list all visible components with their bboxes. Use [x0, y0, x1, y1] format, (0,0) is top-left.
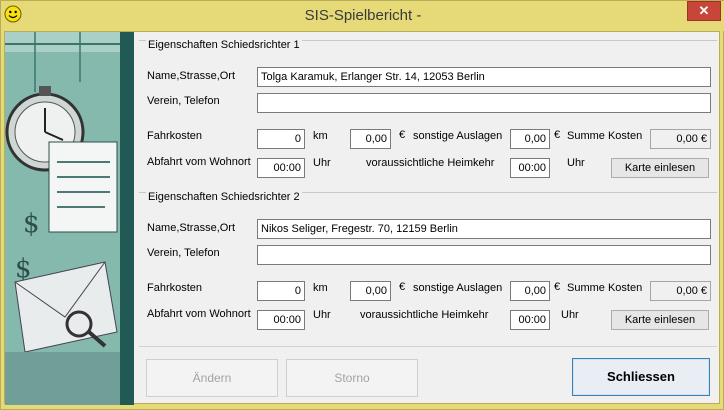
referee1-return-input[interactable]: 00:00	[510, 158, 550, 178]
referee1-depart-unit: Uhr	[313, 157, 331, 169]
change-button[interactable]: Ändern	[146, 359, 278, 397]
referee2-euro-sign: €	[399, 281, 406, 293]
referee2-name-input[interactable]: Nikos Seliger, Fregestr. 70, 12159 Berli…	[257, 219, 711, 239]
referee2-group: Eigenschaften Schiedsrichter 2 Name,Stra…	[139, 191, 717, 340]
referee1-sum-value: 0,00 €	[650, 129, 711, 149]
referee2-group-title: Eigenschaften Schiedsrichter 2	[146, 191, 302, 203]
referee1-group-title: Eigenschaften Schiedsrichter 1	[146, 39, 302, 51]
referee1-travel-label: Fahrkosten	[147, 130, 203, 142]
referee2-name-label: Name,Strasse,Ort	[147, 222, 236, 234]
app-window: SIS-Spielbericht - ✕ $ $ Eigenschaften S…	[0, 0, 724, 410]
referee1-return-unit: Uhr	[567, 157, 585, 169]
side-panel: $ $	[5, 32, 134, 405]
close-dialog-button[interactable]: Schliessen	[572, 358, 710, 396]
cancel-button[interactable]: Storno	[286, 359, 418, 397]
referee1-club-input[interactable]	[257, 93, 711, 113]
svg-text:$: $	[23, 209, 40, 239]
referee1-group: Eigenschaften Schiedsrichter 1 Name,Stra…	[139, 39, 717, 188]
referee1-return-label: voraussichtliche Heimkehr	[366, 157, 495, 169]
referee1-other-input[interactable]: 0,00	[510, 129, 550, 149]
referee1-km-input[interactable]: 0,00	[350, 129, 391, 149]
window-title: SIS-Spielbericht -	[304, 7, 422, 24]
referee2-depart-input[interactable]: 00:00	[257, 310, 305, 330]
referee2-km-input[interactable]: 0,00	[350, 281, 391, 301]
referee2-read-card-button[interactable]: Karte einlesen	[611, 310, 709, 330]
referee2-club-input[interactable]	[257, 245, 711, 265]
referee1-sum-label: Summe Kosten	[567, 130, 643, 142]
referee1-read-card-button[interactable]: Karte einlesen	[611, 158, 709, 178]
client-area: $ $ Eigenschaften Schiedsrichter 1 Name,…	[4, 31, 720, 405]
referee1-club-label: Verein, Telefon	[147, 95, 220, 107]
referee2-return-label: voraussichtliche Heimkehr	[360, 309, 489, 321]
referee1-euro-sign2: €	[554, 129, 561, 141]
title-bar[interactable]: SIS-Spielbericht - ✕	[1, 1, 724, 31]
referee1-depart-input[interactable]: 00:00	[257, 158, 305, 178]
referee2-depart-unit: Uhr	[313, 309, 331, 321]
referee2-sum-value: 0,00 €	[650, 281, 711, 301]
referee2-other-label: sonstige Auslagen	[413, 282, 503, 294]
referee1-other-label: sonstige Auslagen	[413, 130, 503, 142]
referee2-euro-sign2: €	[554, 281, 561, 293]
referee2-sum-label: Summe Kosten	[567, 282, 643, 294]
referee2-depart-label: Abfahrt vom Wohnort	[147, 308, 251, 320]
referee2-other-input[interactable]: 0,00	[510, 281, 550, 301]
referee1-travel-input[interactable]: 0	[257, 129, 305, 149]
referee1-depart-label: Abfahrt vom Wohnort	[147, 156, 251, 168]
referee2-travel-label: Fahrkosten	[147, 282, 203, 294]
referee1-km-unit: km	[313, 130, 328, 142]
stopwatch-letters-illustration: $ $	[5, 32, 120, 405]
referee2-return-input[interactable]: 00:00	[510, 310, 550, 330]
referee2-travel-input[interactable]: 0	[257, 281, 305, 301]
side-illustration: $ $	[5, 32, 120, 405]
referee2-return-unit: Uhr	[561, 309, 579, 321]
referee1-name-input[interactable]: Tolga Karamuk, Erlanger Str. 14, 12053 B…	[257, 67, 711, 87]
close-window-button[interactable]: ✕	[687, 1, 721, 21]
side-stripe	[120, 32, 134, 405]
referee2-km-unit: km	[313, 282, 328, 294]
referee1-name-label: Name,Strasse,Ort	[147, 70, 236, 82]
referee1-euro-sign: €	[399, 129, 406, 141]
referee2-club-label: Verein, Telefon	[147, 247, 220, 259]
footer-divider	[139, 346, 717, 347]
